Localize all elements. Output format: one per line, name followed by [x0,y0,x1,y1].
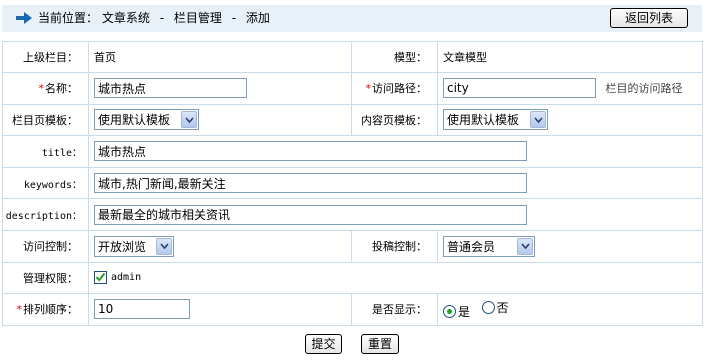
access-cell: 开放浏览 [88,229,352,263]
content-template-label: 内容页模板： [351,103,438,137]
form-row-name: *名称： *访问路径： 栏目的访问路径 [2,72,703,105]
list-template-select[interactable]: 使用默认模板 [94,109,199,131]
list-template-selected: 使用默认模板 [98,113,171,128]
required-mark: * [38,82,45,96]
form-row-title: title： [2,135,703,168]
chevron-down-icon [156,237,172,255]
permission-admin-label: admin [111,271,142,283]
arrow-right-icon [16,12,32,24]
model-value: 文章模型 [437,41,703,73]
required-mark: * [365,82,372,96]
keywords-cell [88,166,703,200]
parent-label: 上级栏目： [2,41,89,73]
path-cell: 栏目的访问路径 [437,72,703,105]
show-cell: 是 否 [437,293,703,326]
order-label-text: 排列顺序： [23,303,78,317]
access-selected: 开放浏览 [98,239,147,254]
submit-control-cell: 普通会员 [437,229,703,263]
parent-value: 首页 [88,41,352,73]
title-label: title： [2,135,89,168]
description-label: description： [2,198,89,231]
form-row-order: *排列顺序： 是否显示： 是 否 [2,293,703,326]
required-mark: * [16,303,23,317]
name-label: *名称： [2,72,89,105]
submit-control-label: 投稿控制： [351,229,438,263]
permission-cell: admin [88,261,703,295]
name-label-text: 名称： [45,82,78,96]
breadcrumb-separator: - [159,11,165,25]
reset-button[interactable]: 重置 [361,334,399,354]
form-row-templates: 栏目页模板： 使用默认模板 内容页模板： 使用默认模板 [2,103,703,137]
description-cell [88,198,703,231]
path-label: *访问路径： [351,72,438,105]
column-form: 上级栏目： 首页 模型： 文章模型 *名称： *访问路径： 栏目的访问路径 栏目… [2,41,703,326]
access-select[interactable]: 开放浏览 [94,235,174,257]
radio-selected-icon [443,304,456,318]
show-no-label: 否 [496,300,509,315]
keywords-label: keywords： [2,166,89,200]
content-template-select[interactable]: 使用默认模板 [443,109,548,131]
breadcrumb-bar: 当前位置： 文章系统 - 栏目管理 - 添加 返回列表 [2,5,702,32]
form-row-keywords: keywords： [2,166,703,200]
keywords-input[interactable] [94,173,527,194]
submit-control-selected: 普通会员 [447,239,496,254]
show-yes-radio[interactable]: 是 [443,303,470,320]
form-row-parent: 上级栏目： 首页 模型： 文章模型 [2,41,703,73]
breadcrumb-item-column: 栏目管理 [173,11,222,25]
form-row-description: description： [2,198,703,231]
order-cell [88,293,352,326]
permission-label: 管理权限： [2,261,89,295]
show-label: 是否显示： [351,293,438,326]
title-input[interactable] [94,141,527,162]
breadcrumb-separator: - [231,11,237,25]
chevron-down-icon [181,111,197,129]
form-row-access: 访问控制： 开放浏览 投稿控制： 普通会员 [2,229,703,263]
path-input[interactable] [443,78,596,99]
content-template-selected: 使用默认模板 [447,113,520,128]
radio-unselected-icon [481,300,495,314]
back-to-list-button[interactable]: 返回列表 [610,8,688,28]
path-label-text: 访问路径： [372,82,427,96]
column-add-page: 当前位置： 文章系统 - 栏目管理 - 添加 返回列表 上级栏目： 首页 模型：… [0,0,706,363]
order-input[interactable] [94,299,190,320]
breadcrumb-item-system: 文章系统 [101,11,150,25]
name-cell [88,72,352,105]
checkbox-checked-icon [94,270,107,284]
show-yes-label: 是 [458,304,471,319]
show-no-radio[interactable]: 否 [481,299,509,316]
chevron-down-icon [517,237,533,255]
model-label: 模型： [351,41,438,73]
form-actions: 提交 重置 [0,332,706,356]
path-hint: 栏目的访问路径 [605,82,683,96]
access-label: 访问控制： [2,229,89,263]
title-cell [88,135,703,168]
breadcrumb: 当前位置： 文章系统 - 栏目管理 - 添加 [38,11,270,25]
location-label: 当前位置： [38,11,99,25]
order-label: *排列顺序： [2,293,89,326]
submit-control-select[interactable]: 普通会员 [443,235,535,257]
permission-admin-checkbox[interactable]: admin [94,270,142,284]
submit-button[interactable]: 提交 [305,334,342,354]
form-row-permission: 管理权限： admin [2,261,703,295]
name-input[interactable] [94,78,247,99]
content-template-cell: 使用默认模板 [437,103,703,137]
list-template-label: 栏目页模板： [2,103,89,137]
list-template-cell: 使用默认模板 [88,103,352,137]
breadcrumb-item-add: 添加 [245,11,270,25]
chevron-down-icon [530,111,546,129]
description-input[interactable] [94,204,527,225]
